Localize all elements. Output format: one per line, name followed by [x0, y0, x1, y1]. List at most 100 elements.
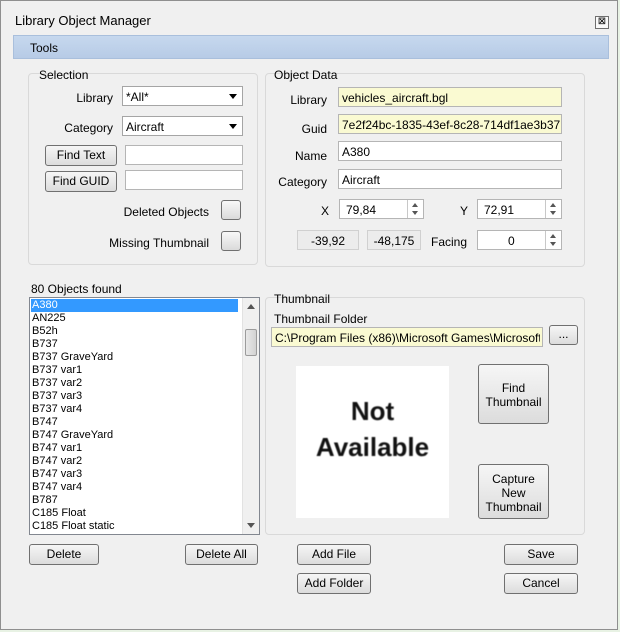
add-folder-button[interactable]: Add Folder: [297, 573, 371, 594]
y-spinner[interactable]: 72,91: [477, 199, 562, 219]
guid-label: Guid: [301, 122, 327, 136]
deleted-objects-checkbox[interactable]: [221, 200, 241, 220]
scroll-down-icon[interactable]: [247, 523, 255, 528]
list-item[interactable]: B737 var3: [31, 390, 238, 403]
thumbnail-folder-value: C:\Program Files (x86)\Microsoft Games\M…: [275, 331, 540, 345]
find-text-input[interactable]: [125, 145, 243, 165]
object-library-label: Library: [290, 93, 327, 107]
spinner-up-icon: [412, 203, 418, 207]
thumbnail-header: Thumbnail: [274, 292, 331, 306]
y-spinner-arrows[interactable]: [545, 200, 561, 218]
not-available-line2: Available: [315, 432, 430, 462]
thumbnail-image: Not Available: [296, 366, 449, 518]
menu-bar: Tools: [13, 35, 609, 59]
list-item[interactable]: C185 Float static: [31, 520, 238, 533]
x-label: X: [321, 204, 330, 218]
list-item[interactable]: B747 var1: [31, 442, 238, 455]
chevron-down-icon: [229, 124, 237, 129]
name-field[interactable]: A380: [338, 141, 562, 161]
list-item[interactable]: B737: [31, 338, 238, 351]
object-category-label: Category: [278, 175, 327, 189]
add-file-button[interactable]: Add File: [297, 544, 371, 565]
guid-value: 7e2f24bc-1835-43ef-8c28-714df1ae3b37: [342, 118, 561, 132]
objects-list-scrollbar[interactable]: [242, 298, 259, 534]
object-library-field[interactable]: vehicles_aircraft.bgl: [338, 87, 562, 107]
spinner-down-icon: [550, 211, 556, 215]
delete-button[interactable]: Delete: [29, 544, 99, 565]
list-item[interactable]: B737 var1: [31, 364, 238, 377]
facing-spinner[interactable]: 0: [477, 230, 562, 250]
delete-all-button[interactable]: Delete All: [185, 544, 258, 565]
list-item[interactable]: B747 var2: [31, 455, 238, 468]
objects-count-label: 80 Objects found: [31, 282, 122, 296]
thumbnail-folder-field[interactable]: C:\Program Files (x86)\Microsoft Games\M…: [271, 327, 543, 347]
capture-line1: Capture: [492, 472, 535, 486]
thumbnail-folder-label: Thumbnail Folder: [274, 312, 368, 326]
x-value: 79,84: [346, 203, 377, 217]
facing-label: Facing: [431, 235, 468, 249]
spinner-down-icon: [550, 242, 556, 246]
browse-folder-button[interactable]: ...: [549, 325, 578, 345]
library-combo-value: *All*: [126, 90, 149, 104]
name-label: Name: [294, 149, 327, 163]
spinner-down-icon: [412, 211, 418, 215]
guid-field[interactable]: 7e2f24bc-1835-43ef-8c28-714df1ae3b37: [338, 114, 562, 134]
list-item[interactable]: B52h: [31, 325, 238, 338]
title-bar: Library Object Manager ⊠: [1, 1, 617, 35]
capture-thumbnail-button[interactable]: Capture New Thumbnail: [478, 464, 549, 519]
readout-2: -48,175: [367, 230, 421, 250]
menu-item-tools[interactable]: Tools: [30, 41, 58, 55]
object-library-value: vehicles_aircraft.bgl: [342, 91, 449, 105]
object-data-header: Object Data: [274, 68, 338, 82]
list-item[interactable]: AN225: [31, 312, 238, 325]
spinner-up-icon: [550, 203, 556, 207]
not-available-line1: Not: [350, 396, 395, 426]
spinner-up-icon: [550, 234, 556, 238]
find-guid-input[interactable]: [125, 170, 243, 190]
selection-header: Selection: [39, 68, 89, 82]
readout-1-value: -39,92: [310, 234, 346, 248]
capture-line3: Thumbnail: [485, 500, 542, 514]
list-item[interactable]: B747 var3: [31, 468, 238, 481]
x-spinner[interactable]: 79,84: [339, 199, 424, 219]
y-value: 72,91: [484, 203, 515, 217]
list-item[interactable]: B747 GraveYard: [31, 429, 238, 442]
list-item[interactable]: A380: [31, 299, 238, 312]
category-combo[interactable]: Aircraft: [122, 116, 243, 136]
deleted-objects-label: Deleted Objects: [123, 205, 209, 219]
readout-2-value: -48,175: [373, 234, 415, 248]
x-spinner-arrows[interactable]: [407, 200, 423, 218]
cancel-button[interactable]: Cancel: [504, 573, 578, 594]
objects-list[interactable]: A380 AN225 B52h B737 B737 GraveYard B737 var1…: [29, 297, 260, 535]
object-category-value: Aircraft: [342, 173, 381, 187]
facing-spinner-arrows[interactable]: [545, 231, 561, 249]
missing-thumbnail-checkbox[interactable]: [221, 231, 241, 251]
list-item[interactable]: B737 GraveYard: [31, 351, 238, 364]
scroll-thumb[interactable]: [245, 329, 257, 356]
save-button[interactable]: Save: [504, 544, 578, 565]
list-item[interactable]: B737 var4: [31, 403, 238, 416]
library-combo[interactable]: *All*: [122, 86, 243, 106]
object-category-field[interactable]: Aircraft: [338, 169, 562, 189]
scroll-up-icon[interactable]: [247, 304, 255, 309]
chevron-down-icon: [229, 94, 237, 99]
main-window: Library Object Manager ⊠ Tools Selection…: [0, 0, 618, 630]
find-thumbnail-button[interactable]: Find Thumbnail: [478, 364, 549, 424]
facing-value: 0: [508, 234, 515, 248]
readout-1: -39,92: [297, 230, 359, 250]
list-item[interactable]: B787: [31, 494, 238, 507]
find-thumbnail-line2: Thumbnail: [485, 395, 542, 409]
find-guid-button[interactable]: Find GUID: [45, 171, 117, 192]
close-icon[interactable]: ⊠: [595, 16, 609, 29]
name-value: A380: [342, 145, 371, 159]
category-combo-value: Aircraft: [126, 120, 165, 134]
list-item[interactable]: B737 var2: [31, 377, 238, 390]
window-title: Library Object Manager: [15, 13, 151, 28]
find-text-button[interactable]: Find Text: [45, 145, 117, 166]
missing-thumbnail-label: Missing Thumbnail: [109, 236, 209, 250]
list-item[interactable]: C185 Float: [31, 507, 238, 520]
selection-category-label: Category: [64, 121, 113, 135]
list-item[interactable]: B747 var4: [31, 481, 238, 494]
list-item[interactable]: B747: [31, 416, 238, 429]
capture-line2: New: [501, 486, 526, 500]
